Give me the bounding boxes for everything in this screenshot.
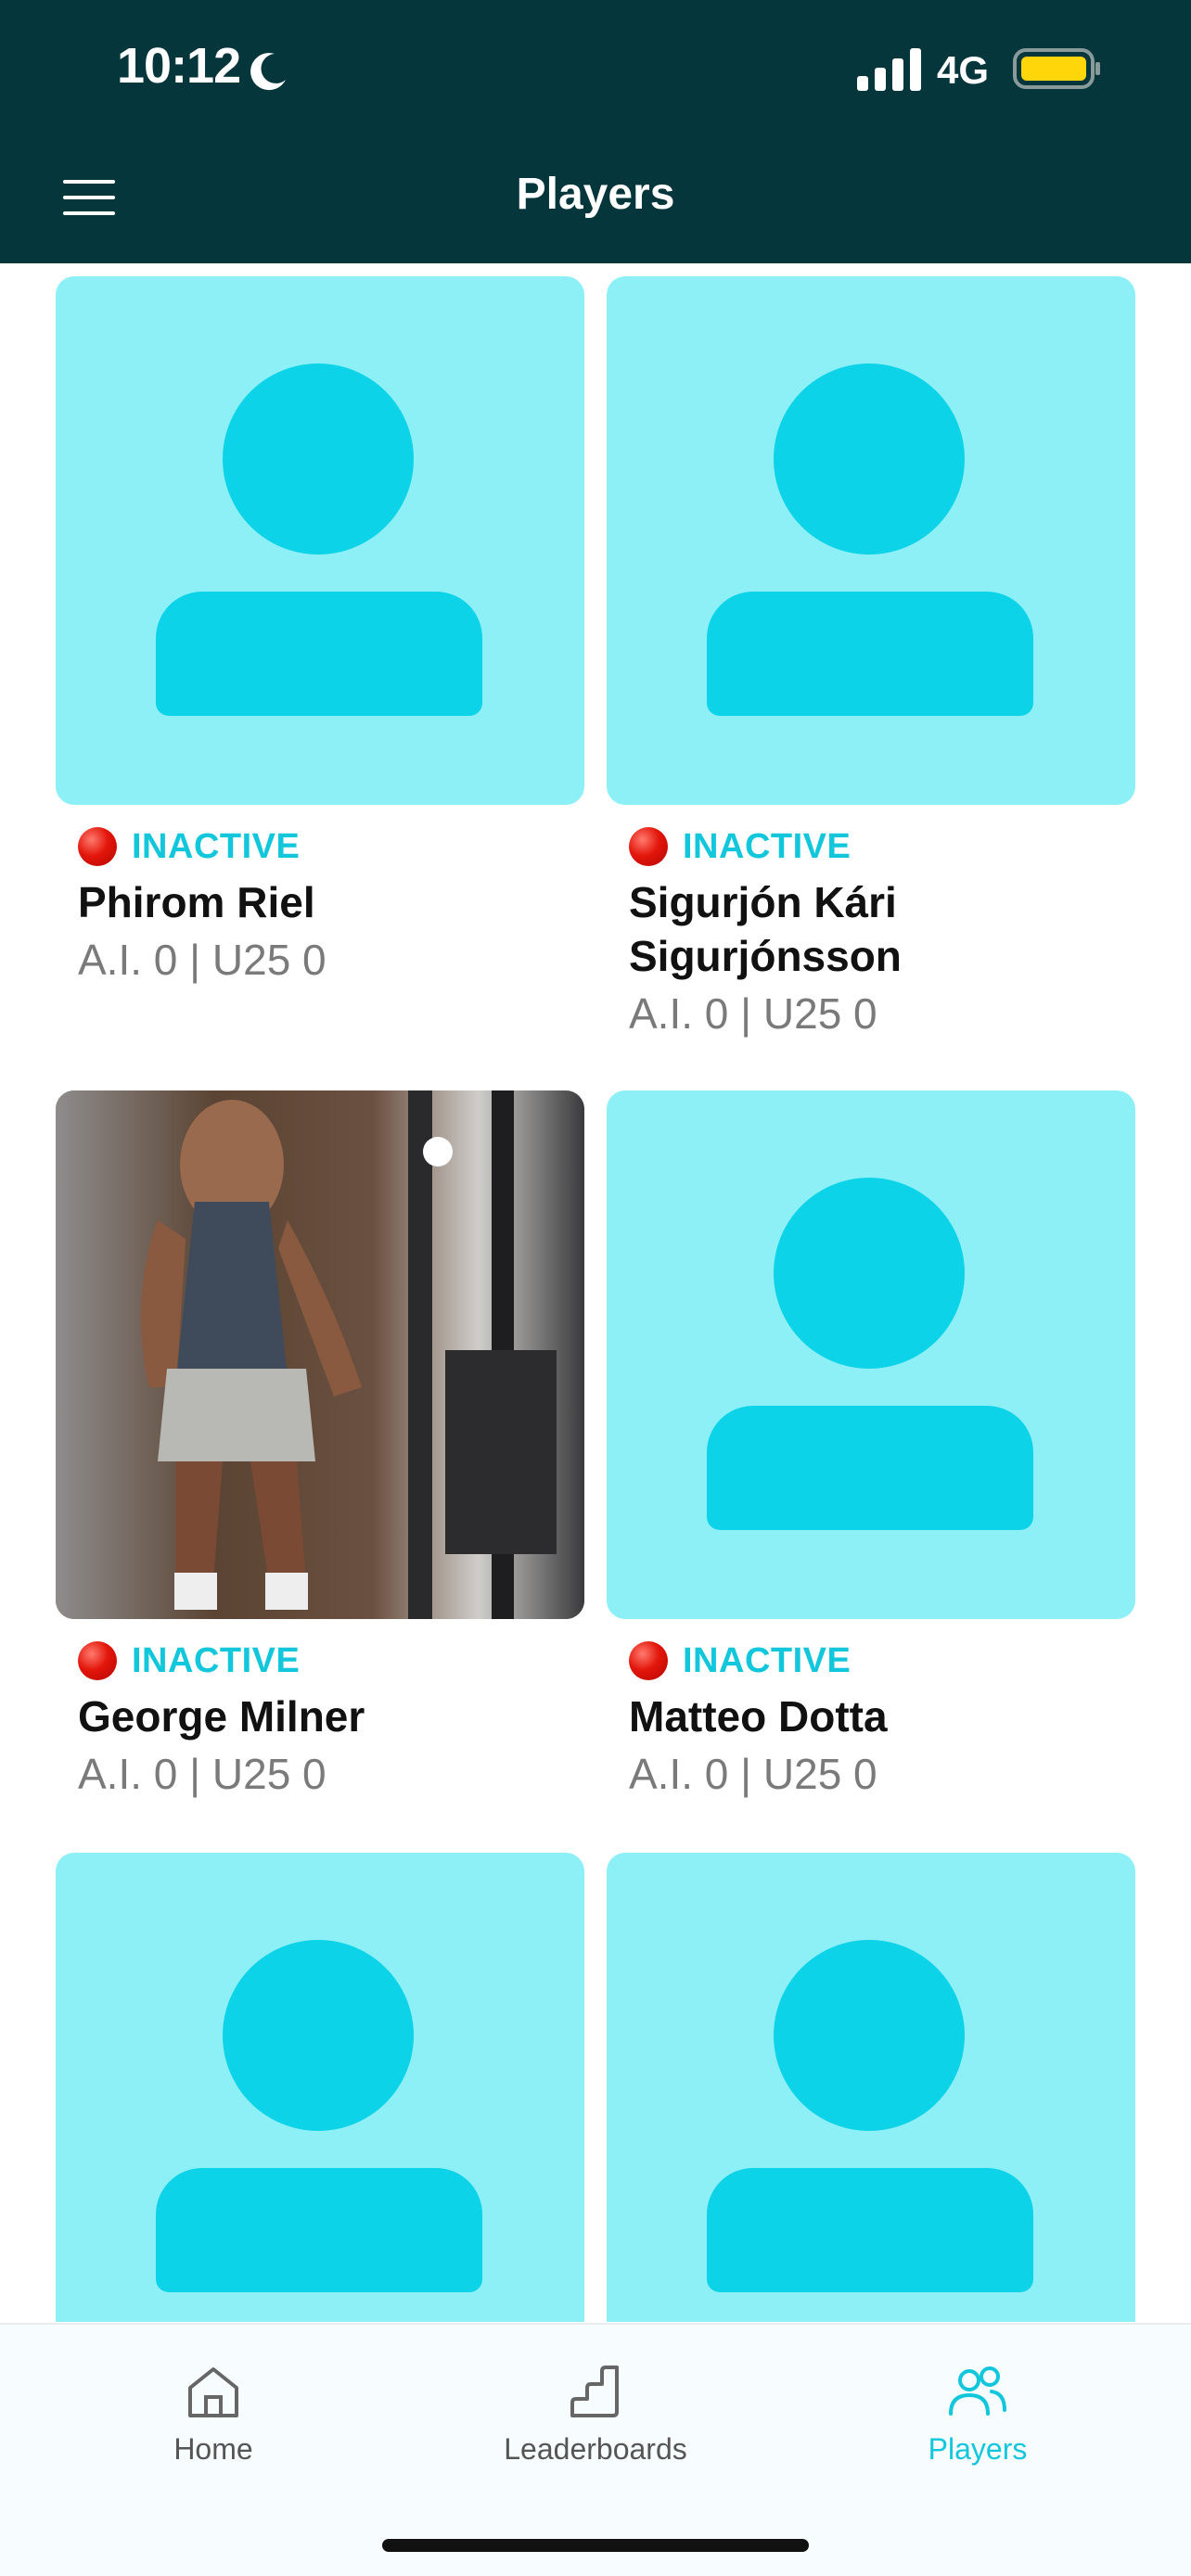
player-name: George Milner (78, 1692, 365, 1741)
home-indicator (382, 2539, 809, 2552)
status-label: INACTIVE (683, 826, 852, 866)
player-stats: A.I. 0 | U25 0 (78, 1750, 327, 1798)
player-avatar-placeholder[interactable] (56, 1853, 584, 2322)
player-card[interactable]: INACTIVE Phirom Riel A.I. 0 | U25 0 (56, 276, 584, 987)
avatar-body-shape (707, 2168, 1033, 2292)
player-avatar-placeholder[interactable] (607, 276, 1135, 805)
status-time: 10:12 (117, 38, 241, 94)
player-name: Matteo Dotta (629, 1692, 888, 1741)
avatar-body-shape (707, 592, 1033, 716)
nav-players-label: Players (928, 2432, 1028, 2466)
nav-leaderboards-label: Leaderboards (504, 2432, 687, 2466)
network-label: 4G (937, 48, 990, 92)
avatar-body-shape (156, 592, 482, 716)
status-label: INACTIVE (132, 1640, 301, 1680)
status-row: INACTIVE (607, 1639, 1135, 1682)
nav-home-label: Home (173, 2432, 253, 2466)
nav-players[interactable]: Players (839, 2362, 1117, 2467)
player-card[interactable] (607, 1853, 1135, 2322)
nav-home[interactable]: Home (74, 2362, 352, 2467)
player-avatar-placeholder[interactable] (607, 1853, 1135, 2322)
player-name: Sigurjón Kári Sigurjónsson (629, 878, 902, 980)
avatar-head-shape (774, 363, 965, 555)
player-card[interactable]: INACTIVE Sigurjón Kári Sigurjónsson A.I.… (607, 276, 1135, 1040)
player-stats: A.I. 0 | U25 0 (629, 989, 877, 1038)
home-icon (188, 2367, 238, 2417)
avatar-body-shape (707, 1406, 1033, 1530)
status-label: INACTIVE (683, 1640, 852, 1680)
signal-icon (857, 48, 921, 91)
avatar-head-shape (223, 1940, 414, 2131)
avatar-head-shape (223, 363, 414, 555)
player-card[interactable] (56, 1853, 584, 2322)
player-avatar-placeholder[interactable] (56, 276, 584, 805)
moon-icon (250, 53, 286, 91)
status-label: INACTIVE (132, 826, 301, 866)
battery-icon (1013, 48, 1100, 89)
avatar-head-shape (774, 1940, 965, 2131)
nav-leaderboards[interactable]: Leaderboards (456, 2362, 735, 2467)
player-card[interactable]: INACTIVE Matteo Dotta A.I. 0 | U25 0 (607, 1090, 1135, 1801)
red-dot-icon (629, 827, 668, 866)
player-avatar-placeholder[interactable] (607, 1090, 1135, 1619)
leaderboard-stairs-icon (570, 2366, 619, 2417)
player-name: Phirom Riel (78, 878, 315, 926)
player-card[interactable]: INACTIVE George Milner A.I. 0 | U25 0 (56, 1090, 584, 1801)
status-row: INACTIVE (56, 1639, 584, 1682)
page-title: Players (516, 170, 675, 219)
player-stats: A.I. 0 | U25 0 (629, 1750, 877, 1798)
avatar-head-shape (774, 1178, 965, 1369)
players-grid: INACTIVE Phirom Riel A.I. 0 | U25 0 INAC… (0, 263, 1191, 2322)
status-row: INACTIVE (56, 825, 584, 868)
users-icon (949, 2366, 1006, 2416)
red-dot-icon (78, 1641, 117, 1680)
top-bar: 10:12 4G Players (0, 0, 1191, 263)
gym-photo-illustration (56, 1090, 584, 1619)
player-photo[interactable] (56, 1090, 584, 1619)
player-stats: A.I. 0 | U25 0 (78, 936, 327, 984)
status-row: INACTIVE (607, 825, 1135, 868)
red-dot-icon (629, 1641, 668, 1680)
avatar-body-shape (156, 2168, 482, 2292)
red-dot-icon (78, 827, 117, 866)
